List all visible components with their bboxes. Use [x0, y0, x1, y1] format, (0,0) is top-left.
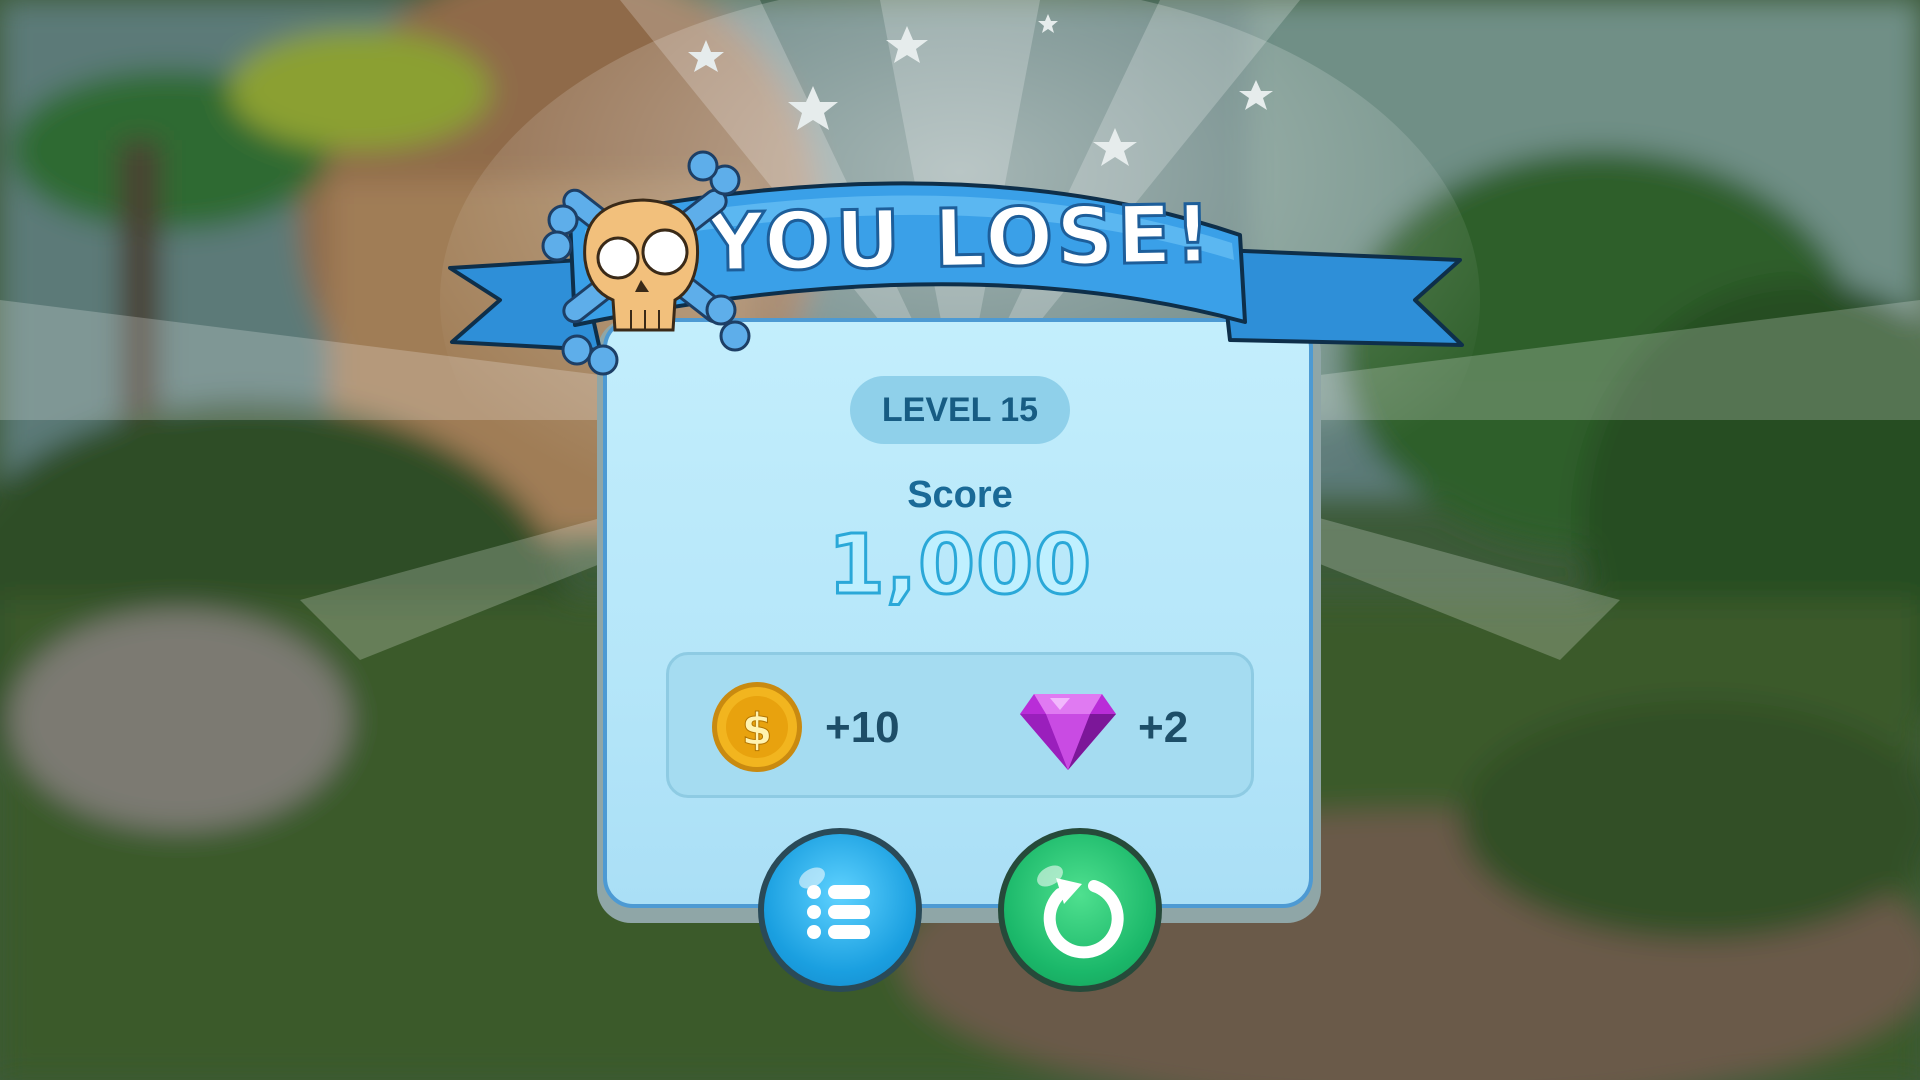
level-badge: LEVEL 15 — [850, 376, 1070, 444]
gem-reward-amount: +2 — [1138, 703, 1189, 752]
star-icon — [1038, 14, 1058, 33]
coin-reward-amount: +10 — [825, 703, 900, 752]
list-icon — [799, 867, 870, 939]
star-icon — [688, 40, 724, 72]
level-list-button[interactable] — [758, 828, 922, 992]
star-icon — [886, 26, 928, 63]
restart-icon — [1037, 865, 1124, 959]
star-icon — [1239, 80, 1273, 110]
skull-icon — [541, 150, 751, 376]
gem-icon — [1020, 694, 1116, 770]
star-icon — [788, 86, 838, 130]
title-you-lose: YOU LOSE! — [704, 186, 1216, 291]
score-label: Score — [907, 474, 1013, 516]
coin-icon: $ — [712, 682, 802, 772]
svg-text:$: $ — [742, 704, 773, 755]
score-value: 1,000 — [826, 517, 1093, 615]
retry-button[interactable] — [998, 828, 1162, 992]
